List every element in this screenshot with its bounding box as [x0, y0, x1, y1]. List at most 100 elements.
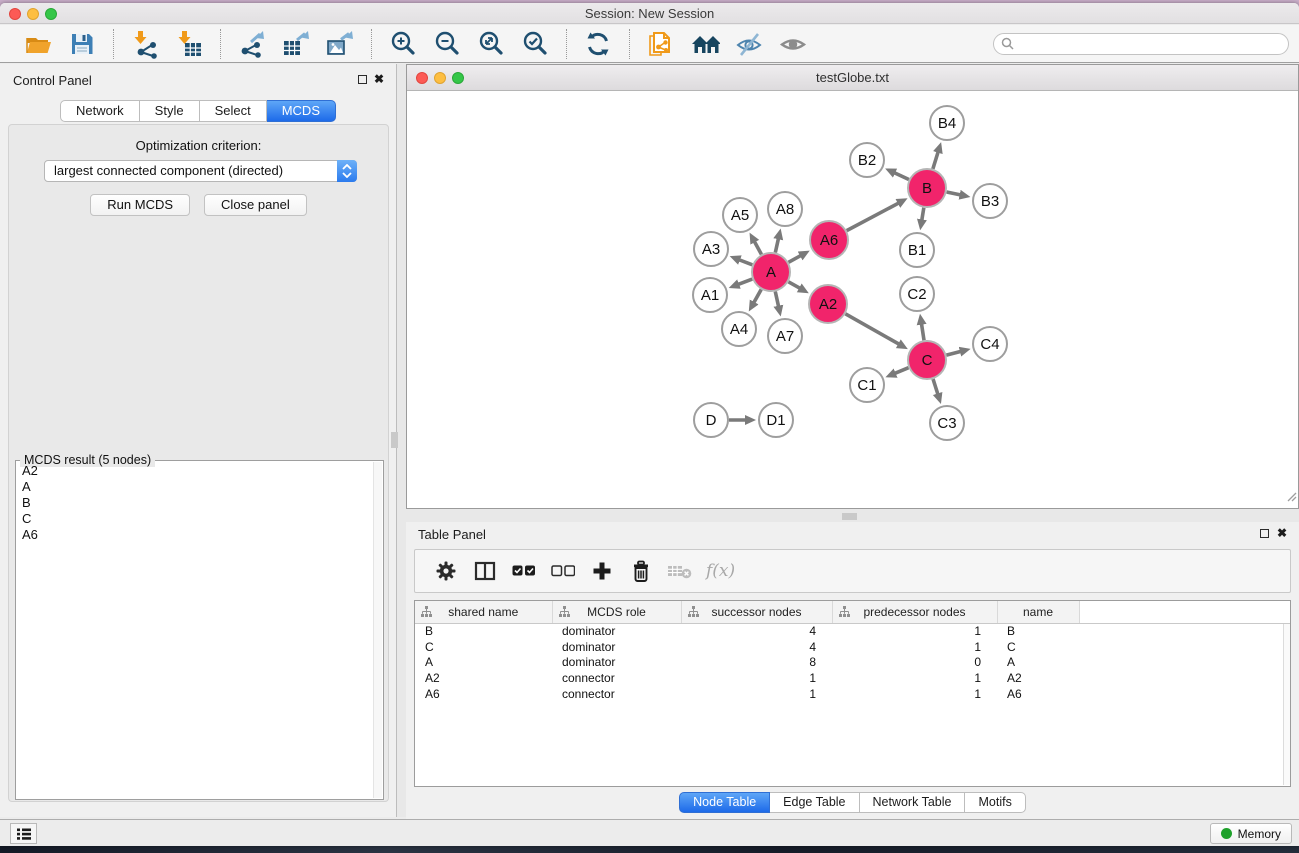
mcds-result-item[interactable]: A6 — [18, 527, 372, 543]
tab-select[interactable]: Select — [200, 100, 267, 122]
vertical-splitter-handle[interactable] — [391, 432, 398, 448]
graph-node-C4[interactable]: C4 — [973, 327, 1007, 361]
table-close-panel-icon[interactable]: ✖ — [1277, 528, 1287, 539]
table-row[interactable]: Bdominator41B — [415, 623, 1291, 639]
graph-node-A6[interactable]: A6 — [810, 221, 848, 259]
column-header[interactable]: MCDS role — [552, 601, 681, 623]
table-row[interactable]: A6connector11A6 — [415, 686, 1291, 702]
run-mcds-button[interactable]: Run MCDS — [90, 194, 190, 216]
graph-node-D1[interactable]: D1 — [759, 403, 793, 437]
graph-edge-B-B1[interactable] — [922, 208, 924, 222]
table-row[interactable]: A2connector11A2 — [415, 670, 1291, 686]
tab-style[interactable]: Style — [140, 100, 200, 122]
show-eye-icon[interactable] — [778, 29, 808, 59]
tab-network[interactable]: Network — [60, 100, 140, 122]
table-row[interactable]: Adominator80A — [415, 654, 1291, 670]
home-icon[interactable] — [690, 29, 720, 59]
graph-edge-A-A1[interactable] — [737, 279, 752, 285]
zoom-out-icon[interactable] — [432, 29, 462, 59]
import-table-icon[interactable] — [174, 29, 204, 59]
graph-node-A5[interactable]: A5 — [723, 198, 757, 232]
refresh-icon[interactable] — [583, 29, 613, 59]
column-header[interactable]: successor nodes — [681, 601, 832, 623]
graph-node-A[interactable]: A — [752, 253, 790, 291]
mcds-result-item[interactable]: C — [18, 511, 372, 527]
table-scrollbar[interactable] — [1283, 624, 1290, 785]
graph-edge-C-C2[interactable] — [921, 323, 924, 341]
search-input[interactable] — [993, 33, 1289, 55]
zoom-in-icon[interactable] — [388, 29, 418, 59]
graph-node-A7[interactable]: A7 — [768, 319, 802, 353]
graph-node-B4[interactable]: B4 — [930, 106, 964, 140]
select-all-columns-icon[interactable] — [511, 559, 537, 583]
deselect-all-columns-icon[interactable] — [550, 559, 576, 583]
float-panel-icon[interactable] — [358, 75, 367, 84]
mcds-result-item[interactable]: B — [18, 495, 372, 511]
export-image-icon[interactable] — [325, 29, 355, 59]
zoom-fit-icon[interactable] — [476, 29, 506, 59]
graph-node-A3[interactable]: A3 — [694, 232, 728, 266]
tab-network-table[interactable]: Network Table — [860, 792, 966, 813]
graph-node-B3[interactable]: B3 — [973, 184, 1007, 218]
horizontal-splitter-handle[interactable] — [842, 513, 857, 520]
graph-node-A2[interactable]: A2 — [809, 285, 847, 323]
graph-edge-B-B2[interactable] — [893, 172, 909, 179]
mcds-result-scrollbar[interactable] — [373, 462, 382, 798]
column-header[interactable]: predecessor nodes — [832, 601, 997, 623]
graph-edge-A-A5[interactable] — [754, 240, 762, 254]
graph-node-C[interactable]: C — [908, 341, 946, 379]
import-network-icon[interactable] — [130, 29, 160, 59]
tab-motifs[interactable]: Motifs — [965, 792, 1025, 813]
graph-edge-A-A7[interactable] — [775, 292, 779, 308]
table-settings-gear-icon[interactable] — [433, 559, 459, 583]
delete-table-icon[interactable] — [667, 559, 693, 583]
open-file-icon[interactable] — [23, 29, 53, 59]
export-network-icon[interactable] — [237, 29, 267, 59]
graph-edge-A-A6[interactable] — [789, 255, 802, 262]
mcds-result-item[interactable]: A — [18, 479, 372, 495]
graph-node-B2[interactable]: B2 — [850, 143, 884, 177]
tab-edge-table[interactable]: Edge Table — [770, 792, 859, 813]
show-task-history-button[interactable] — [10, 823, 37, 844]
graph-node-A4[interactable]: A4 — [722, 312, 756, 346]
graph-node-B[interactable]: B — [908, 169, 946, 207]
delete-column-trash-icon[interactable] — [628, 559, 654, 583]
graph-node-A8[interactable]: A8 — [768, 192, 802, 226]
graph-node-D[interactable]: D — [694, 403, 728, 437]
column-header[interactable]: name — [997, 601, 1079, 623]
graph-node-A1[interactable]: A1 — [693, 278, 727, 312]
tab-mcds[interactable]: MCDS — [267, 100, 336, 122]
mcds-result-item[interactable]: A2 — [18, 463, 372, 479]
graph-edge-A-A2[interactable] — [788, 282, 801, 289]
graph-node-C1[interactable]: C1 — [850, 368, 884, 402]
resize-grip-icon[interactable] — [1285, 489, 1297, 507]
graph-edge-C-C1[interactable] — [894, 368, 909, 374]
criterion-dropdown[interactable]: largest connected component (directed) — [44, 160, 357, 182]
save-session-icon[interactable] — [67, 29, 97, 59]
tab-node-table[interactable]: Node Table — [679, 792, 770, 813]
network-canvas[interactable]: A A1 A2 A3 A4 A5 A6 A7 A8 B B1 B2 B3 B4 C C1 C2 C3 C4 D D1 — [407, 92, 1298, 508]
new-network-from-file-icon[interactable] — [646, 29, 676, 59]
function-builder-button[interactable]: f(x) — [706, 559, 735, 583]
split-table-view-icon[interactable] — [472, 559, 498, 583]
graph-edge-B-B4[interactable] — [933, 151, 939, 169]
graph-node-C2[interactable]: C2 — [900, 277, 934, 311]
close-panel-button[interactable]: Close panel — [204, 194, 307, 216]
graph-edge-B-B3[interactable] — [947, 192, 962, 195]
table-float-panel-icon[interactable] — [1260, 529, 1269, 538]
zoom-selected-icon[interactable] — [520, 29, 550, 59]
graph-node-C3[interactable]: C3 — [930, 406, 964, 440]
table-row[interactable]: Cdominator41C — [415, 639, 1291, 655]
graph-edge-C-C4[interactable] — [946, 351, 962, 355]
graph-edge-A-A4[interactable] — [753, 289, 761, 303]
graph-edge-A-A8[interactable] — [775, 237, 778, 252]
close-panel-icon[interactable]: ✖ — [374, 74, 384, 85]
graph-edge-A6-B[interactable] — [847, 203, 900, 231]
hide-eye-icon[interactable] — [734, 29, 764, 59]
add-column-icon[interactable] — [589, 559, 615, 583]
graph-edge-C-C3[interactable] — [933, 379, 938, 395]
graph-edge-A2-C[interactable] — [845, 314, 900, 345]
graph-node-B1[interactable]: B1 — [900, 233, 934, 267]
memory-button[interactable]: Memory — [1210, 823, 1292, 844]
graph-edge-A-A3[interactable] — [738, 259, 752, 264]
